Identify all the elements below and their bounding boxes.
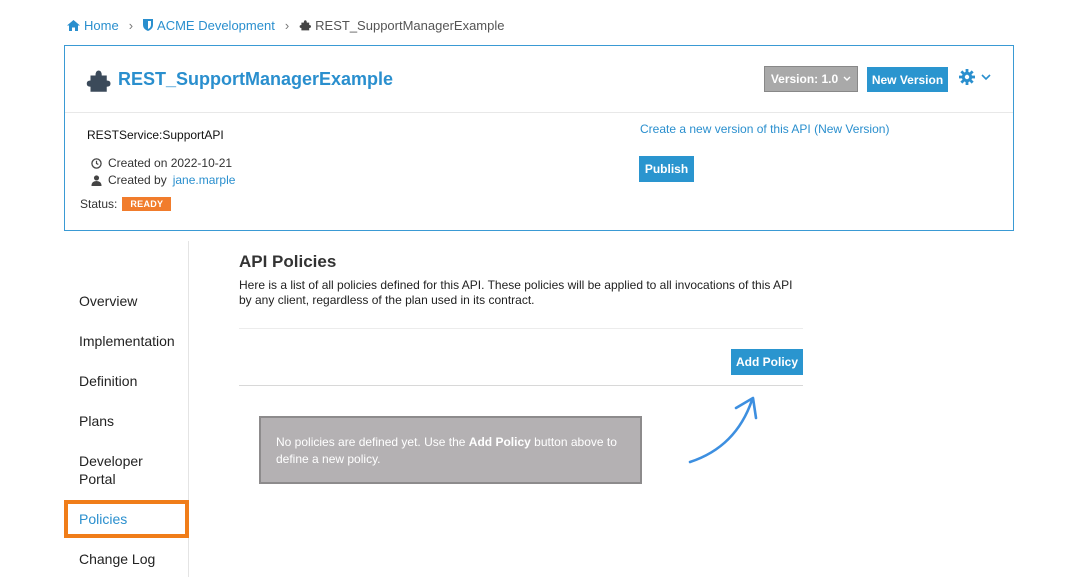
breadcrumb-home[interactable]: Home — [67, 18, 119, 33]
sidebar-item-change-log[interactable]: Change Log — [79, 550, 155, 568]
breadcrumb-org-label: ACME Development — [157, 17, 275, 33]
add-policy-button[interactable]: Add Policy — [731, 349, 803, 375]
created-on-line: Created on 2022-10-21 — [91, 156, 232, 170]
page-description: Here is a list of all policies defined f… — [239, 278, 793, 307]
empty-policies-message: No policies are defined yet. Use the Add… — [259, 416, 642, 484]
created-by-prefix: Created by — [108, 173, 167, 187]
status-row: Status: READY — [80, 197, 172, 211]
divider — [239, 385, 803, 386]
puzzle-icon — [86, 70, 111, 92]
breadcrumb-api-label: REST_SupportManagerExample — [315, 17, 505, 33]
sidebar-item-policies[interactable]: Policies — [79, 510, 127, 528]
api-header-card: REST_SupportManagerExample Version: 1.0 … — [64, 45, 1014, 231]
chevron-down-icon — [981, 73, 991, 80]
user-icon — [91, 174, 102, 186]
status-badge: READY — [122, 197, 172, 211]
page-title: API Policies — [239, 252, 337, 271]
puzzle-icon — [299, 20, 312, 31]
empty-message-bold: Add Policy — [468, 435, 531, 449]
shield-icon — [143, 19, 154, 31]
sidebar-item-plans[interactable]: Plans — [79, 412, 114, 430]
version-label: Version: 1.0 — [770, 72, 839, 86]
breadcrumb-home-label: Home — [84, 17, 119, 33]
created-by-user-link[interactable]: jane.marple — [173, 173, 236, 187]
chevron-right-icon: › — [284, 17, 290, 33]
created-by-line: Created by jane.marple — [91, 173, 235, 187]
publish-button[interactable]: Publish — [639, 156, 694, 182]
sidebar-item-developer-portal[interactable]: Developer Portal — [79, 452, 169, 488]
breadcrumb-api: REST_SupportManagerExample — [299, 18, 504, 33]
new-version-link[interactable]: Create a new version of this API (New Ve… — [640, 122, 889, 136]
api-title: REST_SupportManagerExample — [118, 69, 394, 89]
empty-message-prefix: No policies are defined yet. Use the — [276, 435, 466, 449]
api-title-row: REST_SupportManagerExample Version: 1.0 … — [65, 46, 1013, 113]
sidebar-item-implementation[interactable]: Implementation — [79, 332, 175, 350]
settings-menu[interactable] — [959, 69, 991, 85]
annotation-arrow-icon — [688, 396, 758, 464]
version-dropdown[interactable]: Version: 1.0 — [764, 66, 858, 92]
sidebar-item-definition[interactable]: Definition — [79, 372, 137, 390]
clock-icon — [91, 157, 102, 169]
created-on-text: Created on 2022-10-21 — [108, 156, 233, 170]
home-icon — [67, 19, 80, 31]
divider — [239, 328, 803, 329]
service-name: RESTService:SupportAPI — [87, 128, 224, 142]
breadcrumb-org[interactable]: ACME Development — [143, 18, 275, 33]
sidebar-item-overview[interactable]: Overview — [79, 292, 137, 310]
chevron-down-icon — [843, 76, 851, 81]
chevron-right-icon: › — [128, 17, 134, 33]
status-label: Status: — [80, 197, 118, 211]
gear-icon — [959, 69, 975, 85]
new-version-button[interactable]: New Version — [867, 67, 948, 92]
breadcrumb: Home › ACME Development › REST_SupportMa… — [67, 17, 504, 33]
